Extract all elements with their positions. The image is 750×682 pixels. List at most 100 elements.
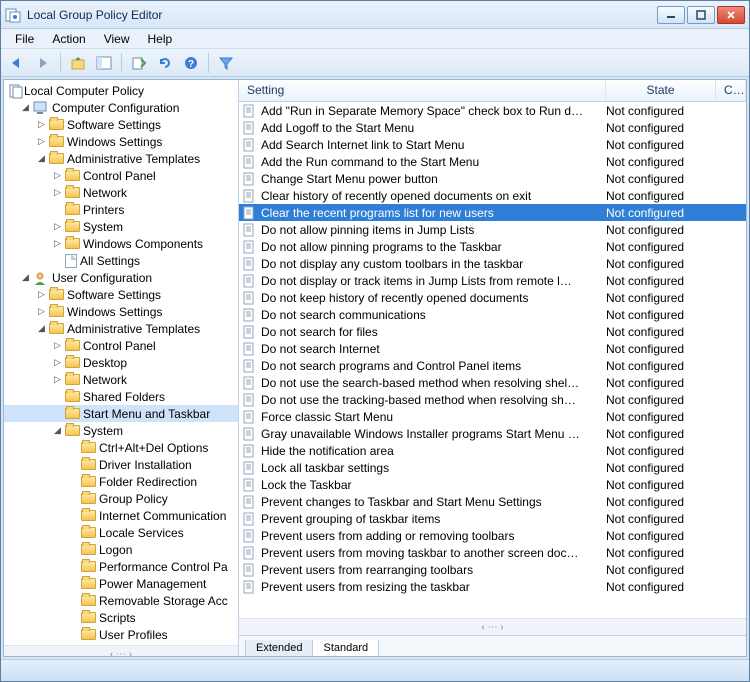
menu-action[interactable]: Action <box>44 31 93 47</box>
grid-body[interactable]: Add "Run in Separate Memory Space" check… <box>239 102 746 618</box>
menu-file[interactable]: File <box>7 31 42 47</box>
tree-item[interactable]: Driver Installation <box>4 456 238 473</box>
tree-item[interactable]: ▷Windows Settings <box>4 133 238 150</box>
policy-row[interactable]: Prevent grouping of taskbar itemsNot con… <box>239 510 746 527</box>
tree-item[interactable]: ▷Desktop <box>4 354 238 371</box>
policy-row[interactable]: Clear the recent programs list for new u… <box>239 204 746 221</box>
column-state[interactable]: State <box>606 80 716 101</box>
expand-icon[interactable]: ▷ <box>52 187 63 198</box>
tree-item[interactable]: All Settings <box>4 252 238 269</box>
tree-item[interactable]: User Profiles <box>4 626 238 643</box>
policy-row[interactable]: Do not search programs and Control Panel… <box>239 357 746 374</box>
policy-row[interactable]: Do not display or track items in Jump Li… <box>239 272 746 289</box>
policy-row[interactable]: Add Search Internet link to Start MenuNo… <box>239 136 746 153</box>
tree-item[interactable]: ▷Network <box>4 371 238 388</box>
tree-item[interactable]: Ctrl+Alt+Del Options <box>4 439 238 456</box>
expand-icon[interactable]: ▷ <box>52 374 63 385</box>
expand-icon[interactable]: ▷ <box>52 221 63 232</box>
policy-row[interactable]: Hide the notification areaNot configured <box>239 442 746 459</box>
expand-icon[interactable]: ▷ <box>36 289 47 300</box>
tree-user-config[interactable]: ◢ User Configuration <box>4 269 238 286</box>
expand-icon[interactable]: ▷ <box>52 238 63 249</box>
policy-row[interactable]: Gray unavailable Windows Installer progr… <box>239 425 746 442</box>
tree-item[interactable]: Logon <box>4 541 238 558</box>
tree-admin-templates[interactable]: ◢Administrative Templates <box>4 320 238 337</box>
collapse-icon[interactable]: ◢ <box>20 272 31 283</box>
tree-item[interactable]: ▷Software Settings <box>4 286 238 303</box>
export-button[interactable] <box>127 52 151 74</box>
policy-row[interactable]: Add Logoff to the Start MenuNot configur… <box>239 119 746 136</box>
forward-button[interactable] <box>31 52 55 74</box>
policy-row[interactable]: Prevent users from moving taskbar to ano… <box>239 544 746 561</box>
expand-icon[interactable]: ▷ <box>36 306 47 317</box>
collapse-icon[interactable]: ◢ <box>36 153 47 164</box>
maximize-button[interactable] <box>687 6 715 24</box>
tree-item[interactable]: Folder Redirection <box>4 473 238 490</box>
tree-item[interactable]: Power Management <box>4 575 238 592</box>
column-setting[interactable]: Setting <box>239 80 606 101</box>
tree-item[interactable]: Locale Services <box>4 524 238 541</box>
policy-row[interactable]: Do not keep history of recently opened d… <box>239 289 746 306</box>
tree-start-menu-taskbar[interactable]: Start Menu and Taskbar <box>4 405 238 422</box>
tree-item[interactable]: Scripts <box>4 609 238 626</box>
policy-row[interactable]: Add "Run in Separate Memory Space" check… <box>239 102 746 119</box>
tab-extended[interactable]: Extended <box>245 640 313 656</box>
policy-row[interactable]: Change Start Menu power buttonNot config… <box>239 170 746 187</box>
minimize-button[interactable] <box>657 6 685 24</box>
tree-item[interactable]: ▷Control Panel <box>4 167 238 184</box>
policy-row[interactable]: Do not search communicationsNot configur… <box>239 306 746 323</box>
policy-row[interactable]: Do not display any custom toolbars in th… <box>239 255 746 272</box>
policy-row[interactable]: Force classic Start MenuNot configured <box>239 408 746 425</box>
policy-row[interactable]: Lock the TaskbarNot configured <box>239 476 746 493</box>
policy-row[interactable]: Prevent users from rearranging toolbarsN… <box>239 561 746 578</box>
policy-row[interactable]: Prevent changes to Taskbar and Start Men… <box>239 493 746 510</box>
tree-item[interactable]: Internet Communication <box>4 507 238 524</box>
policy-row[interactable]: Prevent users from adding or removing to… <box>239 527 746 544</box>
tree-item[interactable]: Printers <box>4 201 238 218</box>
tree-pane[interactable]: Local Computer Policy ◢ Computer Configu… <box>4 80 239 656</box>
tab-standard[interactable]: Standard <box>312 640 379 656</box>
help-button[interactable]: ? <box>179 52 203 74</box>
expand-icon[interactable]: ▷ <box>36 119 47 130</box>
collapse-icon[interactable]: ◢ <box>52 425 63 436</box>
back-button[interactable] <box>5 52 29 74</box>
tree-item[interactable]: ▷Windows Components <box>4 235 238 252</box>
tree-item[interactable]: Group Policy <box>4 490 238 507</box>
close-button[interactable] <box>717 6 745 24</box>
policy-row[interactable]: Do not search for filesNot configured <box>239 323 746 340</box>
expand-icon[interactable]: ▷ <box>52 170 63 181</box>
policy-row[interactable]: Prevent users from resizing the taskbarN… <box>239 578 746 595</box>
up-button[interactable] <box>66 52 90 74</box>
policy-row[interactable]: Do not allow pinning items in Jump Lists… <box>239 221 746 238</box>
policy-row[interactable]: Do not use the tracking-based method whe… <box>239 391 746 408</box>
tree-root[interactable]: Local Computer Policy <box>4 82 238 99</box>
policy-row[interactable]: Do not allow pinning programs to the Tas… <box>239 238 746 255</box>
menu-help[interactable]: Help <box>140 31 181 47</box>
tree-system[interactable]: ◢System <box>4 422 238 439</box>
tree-horizontal-scrollbar[interactable]: ‹ ⋯ › <box>4 645 238 656</box>
expand-icon[interactable]: ▷ <box>52 340 63 351</box>
tree-item[interactable]: Shared Folders <box>4 388 238 405</box>
column-comment[interactable]: C… <box>716 80 746 101</box>
expand-icon[interactable]: ▷ <box>52 357 63 368</box>
policy-row[interactable]: Lock all taskbar settingsNot configured <box>239 459 746 476</box>
expand-icon[interactable]: ▷ <box>36 136 47 147</box>
policy-row[interactable]: Do not use the search-based method when … <box>239 374 746 391</box>
policy-row[interactable]: Do not search InternetNot configured <box>239 340 746 357</box>
tree-item[interactable]: ▷System <box>4 218 238 235</box>
policy-row[interactable]: Clear history of recently opened documen… <box>239 187 746 204</box>
tree-item[interactable]: ▷Network <box>4 184 238 201</box>
tree-item[interactable]: Removable Storage Acc <box>4 592 238 609</box>
policy-row[interactable]: Add the Run command to the Start MenuNot… <box>239 153 746 170</box>
tree-item[interactable]: ▷Windows Settings <box>4 303 238 320</box>
menu-view[interactable]: View <box>96 31 138 47</box>
collapse-icon[interactable]: ◢ <box>36 323 47 334</box>
refresh-button[interactable] <box>153 52 177 74</box>
tree-computer-config[interactable]: ◢ Computer Configuration <box>4 99 238 116</box>
tree-admin-templates[interactable]: ◢Administrative Templates <box>4 150 238 167</box>
collapse-icon[interactable]: ◢ <box>20 102 31 113</box>
list-horizontal-scrollbar[interactable]: ‹ ⋯ › <box>239 618 746 635</box>
tree-item[interactable]: ▷Control Panel <box>4 337 238 354</box>
tree-item[interactable]: Performance Control Pa <box>4 558 238 575</box>
tree-item[interactable]: ▷Software Settings <box>4 116 238 133</box>
